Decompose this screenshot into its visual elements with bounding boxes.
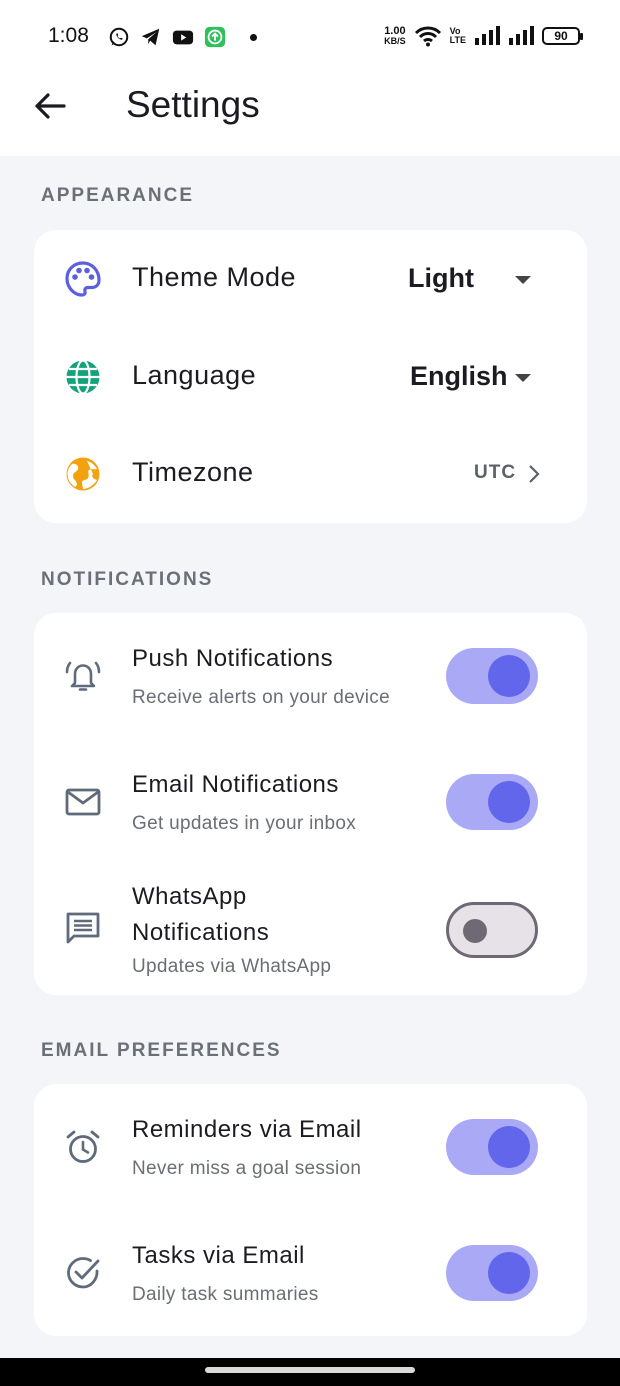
whatsapp-icon	[109, 27, 129, 47]
home-indicator[interactable]	[205, 1367, 415, 1373]
status-bar: 1:08 1.00 KB/S Vo LTE 90	[0, 0, 620, 74]
wifi-icon	[414, 26, 441, 47]
system-navigation-bar	[0, 1358, 620, 1386]
email-notifications-subtitle: Get updates in your inbox	[132, 813, 357, 834]
whatsapp-notifications-title-line1: WhatsApp	[132, 883, 247, 910]
tasks-email-row: Tasks via Email Daily task summaries	[34, 1210, 587, 1336]
chevron-right-icon	[529, 465, 540, 483]
toggle-knob	[488, 655, 530, 697]
email-notifications-toggle[interactable]	[446, 774, 538, 830]
toggle-knob	[463, 919, 487, 943]
theme-mode-row[interactable]: Theme Mode Light	[34, 230, 587, 328]
language-dropdown[interactable]: English	[410, 359, 560, 393]
timezone-value: UTC	[474, 462, 517, 483]
chevron-down-icon	[515, 276, 531, 284]
theme-mode-label: Theme Mode	[132, 262, 297, 292]
notification-dot	[250, 33, 257, 41]
reminders-email-row: Reminders via Email Never miss a goal se…	[34, 1084, 587, 1210]
chevron-down-icon	[515, 374, 531, 382]
push-notifications-toggle[interactable]	[446, 648, 538, 704]
palette-icon	[65, 261, 101, 297]
reminders-email-toggle[interactable]	[446, 1119, 538, 1175]
section-title-email-preferences: EMAIL PREFERENCES	[41, 1040, 282, 1061]
reminders-email-title: Reminders via Email	[132, 1116, 362, 1143]
network-speed-value: 1.00	[384, 25, 406, 37]
theme-mode-value: Light	[408, 262, 474, 293]
toggle-knob	[488, 781, 530, 823]
appearance-card: Theme Mode Light Language English Timezo…	[34, 230, 587, 523]
youtube-icon	[172, 30, 194, 45]
language-label: Language	[132, 360, 257, 390]
battery-indicator: 90	[542, 27, 583, 45]
toggle-knob	[488, 1252, 530, 1294]
language-row[interactable]: Language English	[34, 328, 587, 426]
push-notifications-title: Push Notifications	[132, 645, 334, 672]
alarm-clock-icon	[66, 1130, 100, 1163]
section-title-appearance: APPEARANCE	[41, 185, 195, 206]
upload-app-icon	[204, 26, 226, 48]
whatsapp-notifications-subtitle: Updates via WhatsApp	[132, 956, 332, 977]
push-notifications-subtitle: Receive alerts on your device	[132, 687, 390, 708]
tasks-email-toggle[interactable]	[446, 1245, 538, 1301]
volte-bottom: LTE	[449, 35, 466, 45]
tasks-email-subtitle: Daily task summaries	[132, 1284, 319, 1305]
section-title-notifications: NOTIFICATIONS	[41, 569, 214, 590]
whatsapp-notifications-title-line2: Notifications	[132, 919, 270, 946]
signal-strength-icon	[475, 26, 500, 45]
status-indicators: 1.00 KB/S Vo LTE 90	[384, 25, 583, 47]
globe-icon	[66, 359, 100, 395]
timezone-label: Timezone	[132, 457, 254, 487]
bell-alert-icon	[65, 661, 101, 691]
volte-indicator: Vo LTE	[450, 27, 466, 45]
check-circle-icon	[67, 1257, 100, 1289]
chat-message-icon	[66, 912, 100, 944]
page-title: Settings	[126, 84, 260, 125]
status-app-icons	[108, 26, 257, 48]
theme-mode-dropdown[interactable]: Light	[408, 261, 558, 295]
app-bar: Settings	[0, 74, 620, 156]
whatsapp-notifications-toggle[interactable]	[446, 902, 538, 958]
reminders-email-subtitle: Never miss a goal session	[132, 1158, 362, 1179]
telegram-icon	[141, 28, 160, 46]
earth-icon	[66, 457, 100, 491]
language-value: English	[410, 360, 508, 391]
toggle-knob	[488, 1126, 530, 1168]
network-speed: 1.00 KB/S	[384, 25, 406, 47]
status-time: 1:08	[48, 24, 89, 47]
whatsapp-notifications-row: WhatsApp Notifications Updates via Whats…	[34, 865, 587, 995]
email-notifications-title: Email Notifications	[132, 771, 339, 798]
network-speed-unit: KB/S	[384, 36, 406, 46]
notifications-card: Push Notifications Receive alerts on you…	[34, 613, 587, 995]
tasks-email-title: Tasks via Email	[132, 1242, 305, 1269]
timezone-row[interactable]: Timezone UTC	[34, 426, 587, 523]
email-notifications-row: Email Notifications Get updates in your …	[34, 739, 587, 865]
signal-strength-icon	[509, 26, 534, 45]
back-arrow-icon[interactable]	[30, 86, 70, 126]
push-notifications-row: Push Notifications Receive alerts on you…	[34, 613, 587, 739]
email-preferences-card: Reminders via Email Never miss a goal se…	[34, 1084, 587, 1336]
envelope-icon	[65, 788, 101, 816]
